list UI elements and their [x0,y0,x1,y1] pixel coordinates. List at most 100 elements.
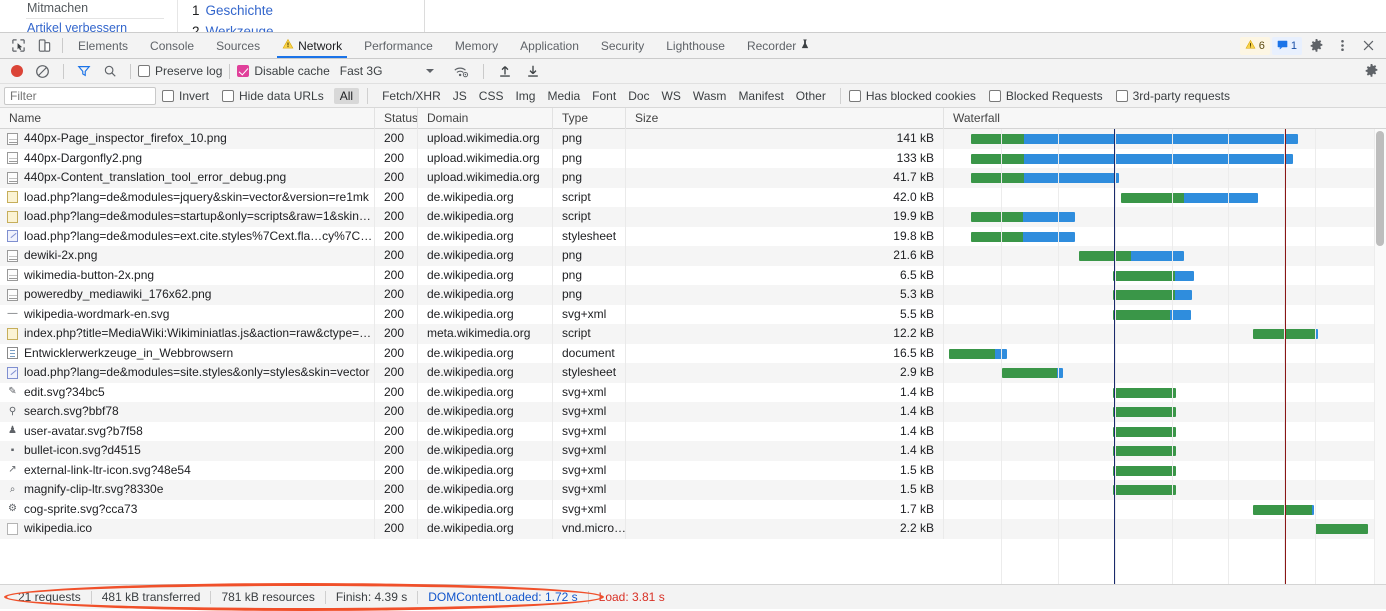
request-name: search.svg?bbf78 [24,404,119,419]
page-link-artikel-verbessern[interactable]: Artikel verbessern [27,21,127,32]
record-button[interactable] [6,65,28,77]
tab-lighthouse[interactable]: Lighthouse [655,33,736,58]
cell-status: 200 [375,304,418,324]
message-count-badge[interactable]: 1 [1271,36,1302,55]
filter-type-manifest[interactable]: Manifest [732,88,789,104]
clear-button[interactable] [28,64,56,79]
filter-toggle-button[interactable] [71,64,97,78]
filter-type-js[interactable]: JS [447,88,473,104]
table-row[interactable]: ♟ user-avatar.svg?b7f58 200 de.wikipedia.or… [0,421,1386,441]
tab-sources[interactable]: Sources [205,33,271,58]
table-row[interactable]: index.php?title=MediaWiki:Wikiminiatlas.… [0,324,1386,344]
table-row[interactable]: 440px-Content_translation_tool_error_deb… [0,168,1386,188]
cell-size: 19.8 kB [626,226,944,246]
table-row[interactable]: wikipedia.ico 200 de.wikipedia.org vnd.micr… [0,519,1386,539]
table-row[interactable]: ✎ edit.svg?34bc5 200 de.wikipedia.org svg+xm… [0,382,1386,402]
has-blocked-cookies-checkbox[interactable]: Has blocked cookies [848,89,976,103]
device-toolbar-icon[interactable] [32,35,56,57]
disable-cache-checkbox[interactable]: Disable cache [237,64,330,78]
filter-input[interactable] [4,86,156,105]
tab-elements[interactable]: Elements [67,33,139,58]
waterfall-bar [1112,465,1176,476]
search-icon[interactable] [97,64,123,78]
table-row[interactable]: dewiki-2x.png 200 de.wikipedia.org png 21.6 … [0,246,1386,266]
waterfall-wait-segment [1001,368,1058,378]
tab-network[interactable]: Network [271,33,353,58]
tab-security[interactable]: Security [590,33,655,58]
filter-type-font[interactable]: Font [586,88,622,104]
column-header-domain[interactable]: Domain [418,108,553,129]
table-row[interactable]: load.php?lang=de&modules=site.styles&onl… [0,363,1386,383]
filter-type-css[interactable]: CSS [473,88,510,104]
tab-performance[interactable]: Performance [353,33,444,58]
kebab-menu-icon[interactable] [1330,35,1354,57]
tab-recorder[interactable]: Recorder [736,33,821,58]
throttling-select[interactable]: Fast 3G [340,64,435,78]
table-row[interactable]: — wikipedia-wordmark-en.svg 200 de.wikipedi… [0,304,1386,324]
svg-file-icon: — [7,308,18,320]
filter-type-fetch-xhr[interactable]: Fetch/XHR [376,88,447,104]
table-row[interactable]: ▪ bullet-icon.svg?d4515 200 de.wikipedia.or… [0,441,1386,461]
filter-type-doc[interactable]: Doc [622,88,655,104]
cell-name: 440px-Content_translation_tool_error_deb… [0,168,375,188]
page-link-mitmachen[interactable]: Mitmachen [25,1,165,19]
column-header-status[interactable]: Status [375,108,418,129]
import-har-icon[interactable] [491,64,519,78]
cell-size: 19.9 kB [626,207,944,227]
inspect-element-icon[interactable] [6,35,30,57]
toc-item-geschichte[interactable]: 1 Geschichte [192,3,273,18]
tab-memory[interactable]: Memory [444,33,509,58]
gear-icon[interactable] [1304,35,1328,57]
table-row[interactable]: 440px-Page_inspector_firefox_10.png 200 up… [0,129,1386,149]
toc-item-werkzeuge[interactable]: 2 Werkzeuge [192,24,274,32]
column-header-type[interactable]: Type [553,108,626,129]
cell-name: load.php?lang=de&modules=jquery&skin=vec… [0,187,375,207]
waterfall-wait-segment [1112,426,1176,437]
invert-checkbox[interactable]: Invert [162,89,209,103]
table-row[interactable]: ⚲ search.svg?bbf78 200 de.wikipedia.org svg+… [0,402,1386,422]
table-row[interactable]: ⌕ magnify-clip-ltr.svg?8330e 200 de.wikiped… [0,480,1386,500]
table-row[interactable]: wikimedia-button-2x.png 200 de.wikipedia.o… [0,265,1386,285]
tab-label: Elements [78,38,129,53]
export-har-icon[interactable] [519,64,547,78]
column-header-size[interactable]: Size [626,108,944,129]
table-row[interactable]: Entwicklerwerkzeuge_in_Webbrowsern 200 de.… [0,343,1386,363]
filter-type-wasm[interactable]: Wasm [687,88,733,104]
cell-domain: de.wikipedia.org [418,421,553,441]
hide-data-urls-checkbox[interactable]: Hide data URLs [222,89,324,103]
blocked-requests-checkbox[interactable]: Blocked Requests [988,89,1103,103]
tab-application[interactable]: Application [509,33,590,58]
preserve-log-checkbox[interactable]: Preserve log [138,64,222,78]
table-row[interactable]: poweredby_mediawiki_176x62.png 200 de.wiki… [0,285,1386,305]
network-conditions-icon[interactable] [446,64,476,79]
column-header-name[interactable]: Name [0,108,375,129]
table-row[interactable]: load.php?lang=de&modules=jquery&skin=vec… [0,187,1386,207]
waterfall-bar [1112,290,1192,300]
warning-count-badge[interactable]: 6 [1239,36,1270,55]
network-settings-gear-icon[interactable] [1364,63,1379,81]
filter-type-media[interactable]: Media [541,88,586,104]
filter-type-img[interactable]: Img [509,88,541,104]
tab-console[interactable]: Console [139,33,205,58]
table-row[interactable]: ↗ external-link-ltr-icon.svg?48e54 200 de.w… [0,460,1386,480]
filter-type-other[interactable]: Other [790,88,832,104]
request-name: 440px-Content_translation_tool_error_deb… [24,170,287,185]
filter-type-ws[interactable]: WS [656,88,687,104]
close-icon[interactable] [1356,35,1380,57]
table-row[interactable]: 440px-Dargonfly2.png 200 upload.wikimedia.… [0,148,1386,168]
table-row[interactable]: load.php?lang=de&modules=ext.cite.styles… [0,226,1386,246]
table-row[interactable]: load.php?lang=de&modules=startup&only=sc… [0,207,1386,227]
warning-triangle-icon [282,38,294,53]
filter-type-all[interactable]: All [333,87,360,104]
tab-label: Application [520,38,579,53]
third-party-requests-checkbox[interactable]: 3rd-party requests [1115,89,1230,103]
checkbox-box [162,89,174,102]
toolbar-divider [63,63,64,79]
cell-waterfall [944,480,1386,500]
table-row[interactable]: ⚙ cog-sprite.svg?cca73 200 de.wikipedia.org… [0,499,1386,519]
column-header-waterfall[interactable]: Waterfall [944,108,1386,129]
page-toc: 1 Geschichte 2 Werkzeuge [179,0,425,32]
hide-data-urls-label: Hide data URLs [239,88,324,103]
cell-status: 200 [375,207,418,227]
waterfall-bar [1112,485,1176,495]
